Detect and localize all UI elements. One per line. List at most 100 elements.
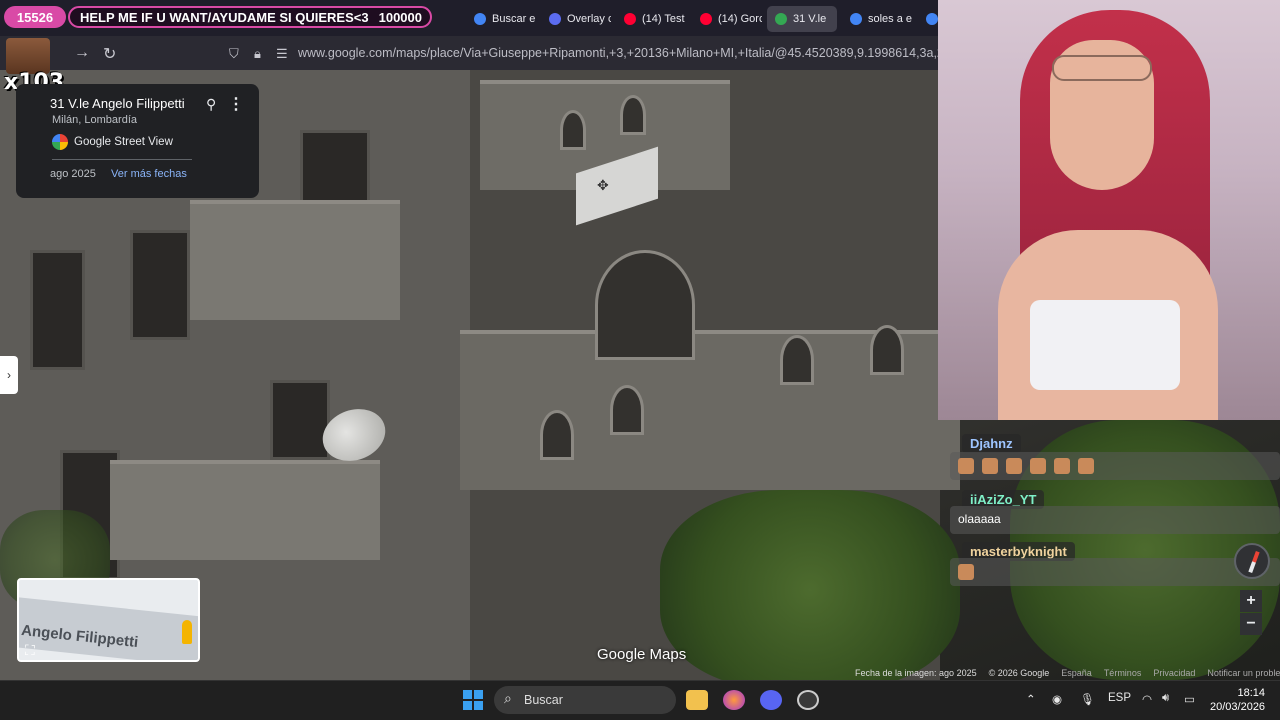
capture-date: ago 2025 [50, 168, 96, 180]
window [130, 230, 190, 340]
stream-chat: Djahnz iiAziZo_YT olaaaaa masterbyknight [950, 428, 1280, 598]
chat-emote-icon [1078, 458, 1094, 474]
balustrade-arch [780, 335, 814, 385]
webcam-overlay [938, 0, 1280, 420]
pegman-icon[interactable] [182, 620, 192, 644]
tab-label: (14) Test [642, 13, 685, 25]
more-dates-link[interactable]: Ver más fechas [111, 168, 187, 180]
browser-tab[interactable]: (14) Test [616, 6, 686, 32]
firefox-icon[interactable] [723, 690, 745, 710]
google-maps-logo: Google Maps [597, 646, 687, 663]
chat-message [950, 558, 1280, 586]
obs-icon[interactable] [797, 690, 819, 710]
zoom-in-button[interactable]: + [1240, 590, 1262, 612]
arched-doorway [595, 250, 695, 360]
system-clock[interactable]: 18:14 20/03/2026 [1210, 686, 1265, 714]
google-icon [52, 134, 68, 150]
place-info-card: 31 V.le Angelo Filippetti ⚲ ⋮ Milán, Lom… [16, 84, 259, 198]
terms-link[interactable]: Términos [1104, 668, 1142, 680]
chat-message: olaaaaa [950, 506, 1280, 534]
youtube-icon [624, 13, 636, 25]
browser-tab[interactable]: Buscar en [466, 6, 536, 32]
discord-tray-icon[interactable]: ◉ [1052, 692, 1062, 706]
chevron-up-icon[interactable]: ⌃ [1026, 692, 1036, 706]
goal-amount: 100000 [378, 9, 422, 25]
report-problem-link[interactable]: Notificar un problema [1207, 668, 1280, 680]
shield-icon[interactable]: ⛉ [229, 46, 239, 62]
place-subtitle: Milán, Lombardía [52, 114, 137, 126]
volume-icon[interactable]: 🔊︎ [1162, 692, 1169, 705]
chat-emote-icon [1006, 458, 1022, 474]
clock-date: 20/03/2026 [1210, 701, 1266, 713]
image-date: Fecha de la imagen: ago 2025 [855, 668, 977, 678]
balcony [190, 200, 400, 320]
window [300, 130, 370, 210]
map-attribution: Fecha de la imagen: ago 2025 © 2026 Goog… [855, 668, 1280, 680]
source-label: Google Street View [74, 136, 173, 148]
region-link[interactable]: España [1061, 668, 1092, 680]
lock-icon[interactable]: 🔒︎ [254, 46, 261, 62]
balustrade-arch [870, 325, 904, 375]
balustrade-arch [610, 385, 644, 435]
balustrade-arch [560, 110, 586, 150]
place-title: 31 V.le Angelo Filippetti [50, 96, 185, 111]
microphone-icon[interactable]: 🎙︎ [1080, 692, 1095, 706]
maps-icon [775, 13, 787, 25]
file-explorer-icon[interactable] [686, 690, 708, 710]
discord-icon[interactable] [760, 690, 782, 710]
language-indicator[interactable]: ESP [1108, 692, 1131, 704]
google-icon [474, 13, 486, 25]
expand-map-icon[interactable]: ⛶ [25, 642, 35, 659]
move-cursor-icon: ✥ [597, 177, 609, 193]
minimap[interactable]: Angelo Filippetti ⛶ [17, 578, 200, 662]
privacy-link[interactable]: Privacidad [1153, 668, 1195, 680]
url-field[interactable]: www.google.com/maps/place/Via+Giuseppe+R… [298, 46, 938, 60]
compass-button[interactable] [1234, 543, 1270, 579]
balcony [110, 460, 380, 560]
location-pin-icon[interactable]: ⚲ [206, 96, 216, 113]
windows-start-icon[interactable] [463, 690, 483, 710]
chat-emote-icon [958, 564, 974, 580]
tab-label: 31 V.le [793, 13, 827, 25]
tab-label: Overlay c [567, 13, 611, 25]
browser-tab[interactable]: Overlay c [541, 6, 611, 32]
tab-label: soles a e [868, 13, 912, 25]
browser-tab[interactable]: 31 V.le ✕ [767, 6, 837, 32]
tab-label: Buscar en [492, 13, 536, 25]
streamer-emote-image [6, 38, 50, 74]
chat-message [950, 452, 1280, 480]
window [270, 380, 330, 460]
browser-tab[interactable]: soles a e [842, 6, 912, 32]
tab-label: (14) Gorc [718, 13, 762, 25]
emote-row [958, 458, 1102, 474]
chat-username: Djahnz [962, 434, 1021, 453]
source-row: Google Street View [52, 134, 173, 150]
ivy-foliage [660, 490, 960, 680]
balustrade-arch [620, 95, 646, 135]
wifi-icon[interactable]: ◠ [1142, 692, 1152, 706]
search-icon: ⌕ [504, 690, 512, 706]
chat-emote-icon [1054, 458, 1070, 474]
chat-emote-icon [958, 458, 974, 474]
permissions-icon[interactable]: ☰ [276, 46, 288, 62]
streamer-glasses [1052, 55, 1152, 81]
counter-value: 15526 [16, 9, 54, 25]
chevron-right-icon: › [7, 368, 11, 382]
zoom-out-button[interactable]: − [1240, 613, 1262, 635]
window [30, 250, 85, 370]
reload-icon[interactable]: ↻ [103, 44, 116, 64]
compass-needle-icon [1248, 550, 1260, 574]
browser-tab[interactable]: (14) Gorc [692, 6, 762, 32]
screen: ✥ Buscar en Overlay c (14) Test (14) Gorc 31… [0, 0, 1280, 720]
balustrade-arch [540, 410, 574, 460]
streamer-shirt [1030, 300, 1180, 390]
taskbar-search[interactable]: Buscar [494, 686, 676, 714]
divider [52, 159, 192, 160]
more-options-icon[interactable]: ⋮ [228, 94, 244, 114]
close-tab-icon[interactable]: ✕ [836, 12, 837, 26]
forward-icon[interactable]: → [74, 44, 90, 62]
battery-icon[interactable]: ▭ [1184, 692, 1195, 706]
donation-goal-bar: HELP ME IF U WANT/AYUDAME SI QUIERES<3 1… [68, 6, 432, 28]
expand-panel-button[interactable]: › [0, 356, 18, 394]
shield-icon [549, 13, 561, 25]
